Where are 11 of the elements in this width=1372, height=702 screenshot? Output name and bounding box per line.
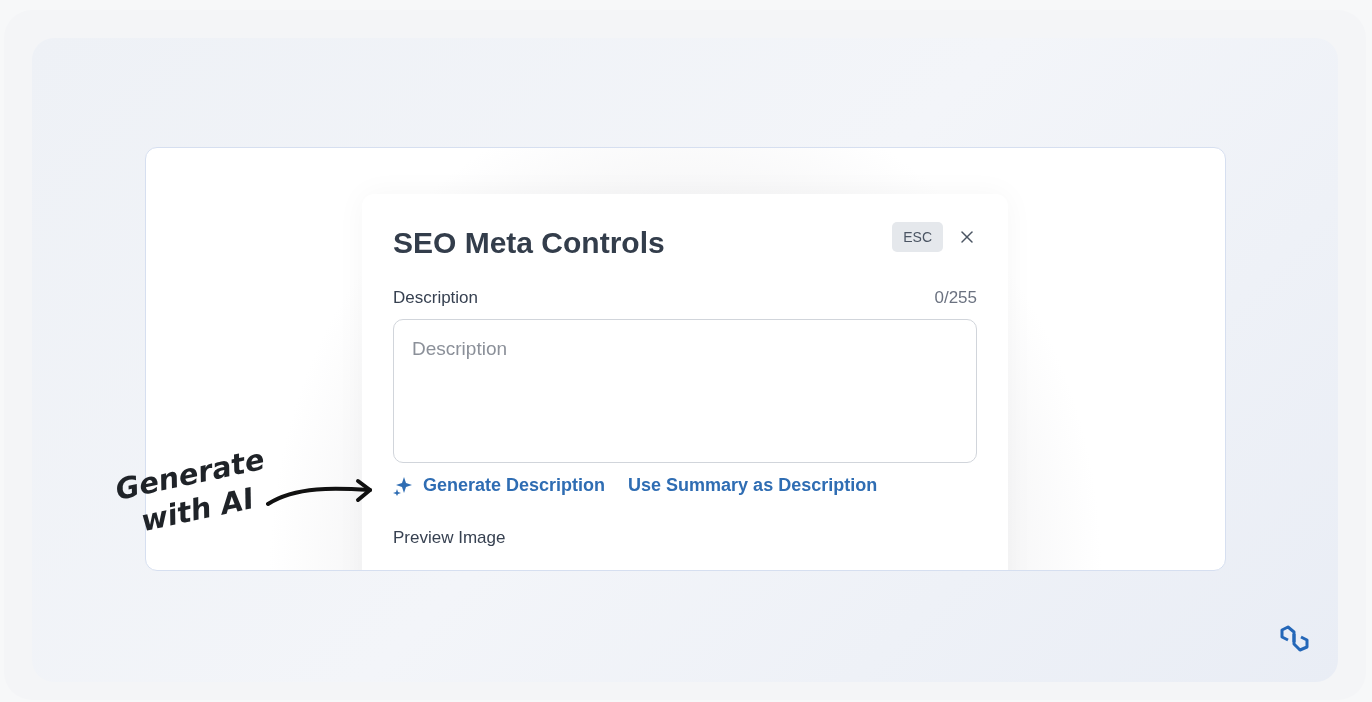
modal-title: SEO Meta Controls bbox=[393, 226, 665, 260]
field-label: Description bbox=[393, 288, 479, 308]
text-link[interactable]: Use Summary as Description bbox=[628, 475, 878, 496]
sparkle-icon bbox=[393, 475, 413, 496]
logo-icon bbox=[1278, 624, 1312, 654]
generate-link[interactable]: Generate Description bbox=[393, 475, 606, 496]
character-counter: 0/255 bbox=[934, 288, 977, 308]
esc-key-hint: ESC bbox=[892, 222, 943, 252]
section-label: Preview Image bbox=[393, 528, 507, 548]
description-field[interactable]: Description bbox=[393, 319, 977, 463]
handwritten-note: Generate with AI bbox=[112, 441, 269, 541]
